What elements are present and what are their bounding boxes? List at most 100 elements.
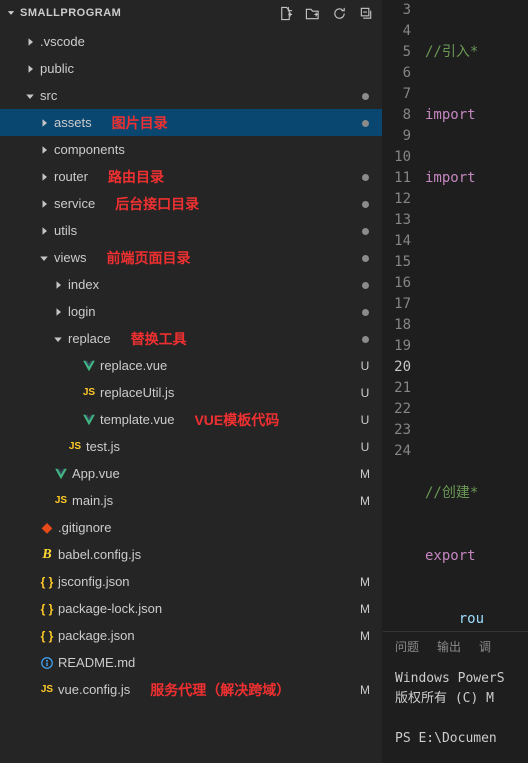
tree-item-appvue[interactable]: App.vue M: [0, 460, 382, 487]
line-number: 18: [383, 315, 411, 336]
tree-item-replace[interactable]: replace替换工具: [0, 325, 382, 352]
tree-item-label: App.vue: [70, 466, 120, 481]
tree-item-label: test.js: [84, 439, 120, 454]
braces-icon: { }: [38, 602, 56, 616]
line-number: 13: [383, 210, 411, 231]
tree-item-label: .gitignore: [56, 520, 111, 535]
git-status: [358, 197, 372, 211]
tree-item-annotation: 服务代理（解决跨域）: [150, 680, 290, 700]
tree-item-annotation: 后台接口目录: [115, 194, 199, 214]
tree-item-pkg[interactable]: { }package.jsonM: [0, 622, 382, 649]
line-number: 24: [383, 441, 411, 462]
line-number: 21: [383, 378, 411, 399]
tree-item-login[interactable]: login: [0, 298, 382, 325]
js-icon: JS: [38, 684, 56, 695]
tree-item-service[interactable]: service后台接口目录: [0, 190, 382, 217]
chevron-right-icon: [22, 36, 38, 48]
tree-item-assets[interactable]: assets图片目录: [0, 109, 382, 136]
tree-item-annotation: VUE模板代码: [194, 410, 279, 430]
tree-item-router[interactable]: router路由目录: [0, 163, 382, 190]
tree-item-label: router: [52, 169, 88, 184]
md-icon: [38, 656, 56, 670]
tree-item-vscode[interactable]: .vscode: [0, 28, 382, 55]
chevron-down-icon: [4, 8, 18, 18]
explorer-header[interactable]: SMALLPROGRAM: [0, 0, 382, 26]
tree-item-pkglock[interactable]: { }package-lock.jsonM: [0, 595, 382, 622]
tree-item-replacevue[interactable]: replace.vueU: [0, 352, 382, 379]
git-status: [358, 305, 372, 319]
tab-output[interactable]: 输出: [437, 638, 461, 655]
tree-item-index[interactable]: index: [0, 271, 382, 298]
tab-problems[interactable]: 问题: [395, 638, 419, 655]
tree-item-label: jsconfig.json: [56, 574, 130, 589]
babel-icon: B: [38, 547, 56, 563]
terminal-content[interactable]: Windows PowerS版权所有 (C) M PS E:\Documen: [383, 661, 528, 763]
tab-more[interactable]: 调: [479, 638, 491, 655]
line-number: 7: [383, 84, 411, 105]
git-status: M: [358, 602, 372, 616]
tree-item-testjs[interactable]: JStest.jsU: [0, 433, 382, 460]
tree-item-vueconfig[interactable]: JSvue.config.js 服务代理（解决跨域） M: [0, 676, 382, 703]
code-editor[interactable]: 3456789101112131415161718192021222324 //…: [383, 0, 528, 631]
git-status: [358, 89, 372, 103]
line-number: 15: [383, 252, 411, 273]
braces-icon: { }: [38, 575, 56, 589]
tree-item-label: vue.config.js: [56, 682, 130, 697]
tree-item-label: replace: [66, 331, 111, 346]
vue-icon: [80, 413, 98, 427]
js-icon: JS: [66, 441, 84, 452]
line-number: 6: [383, 63, 411, 84]
git-status: [358, 224, 372, 238]
line-number: 5: [383, 42, 411, 63]
tree-item-label: src: [38, 88, 57, 103]
chevron-right-icon: [36, 198, 52, 210]
tree-item-label: components: [52, 142, 125, 157]
tree-item-annotation: 前端页面目录: [107, 248, 191, 268]
line-number: 16: [383, 273, 411, 294]
line-number: 17: [383, 294, 411, 315]
git-status: [358, 170, 372, 184]
tree-item-readme[interactable]: README.md: [0, 649, 382, 676]
tree-item-src[interactable]: src: [0, 82, 382, 109]
project-title: SMALLPROGRAM: [18, 7, 278, 19]
line-number: 11: [383, 168, 411, 189]
line-number: 12: [383, 189, 411, 210]
tree-item-babel[interactable]: Bbabel.config.js: [0, 541, 382, 568]
refresh-icon[interactable]: [332, 6, 347, 21]
git-status: M: [358, 683, 372, 697]
tree-item-utils[interactable]: utils: [0, 217, 382, 244]
tree-item-label: babel.config.js: [56, 547, 141, 562]
explorer-actions: [278, 6, 374, 21]
tree-item-gitignore[interactable]: ◆.gitignore: [0, 514, 382, 541]
collapse-all-icon[interactable]: [359, 6, 374, 21]
git-status: [358, 251, 372, 265]
new-folder-icon[interactable]: [305, 6, 320, 21]
line-number: 9: [383, 126, 411, 147]
tree-item-label: template.vue: [98, 412, 174, 427]
tree-item-components[interactable]: components: [0, 136, 382, 163]
tree-item-label: views: [52, 250, 87, 265]
line-number: 14: [383, 231, 411, 252]
tree-item-public[interactable]: public: [0, 55, 382, 82]
tree-item-label: package.json: [56, 628, 135, 643]
tree-item-jsconfig[interactable]: { }jsconfig.jsonM: [0, 568, 382, 595]
tree-item-label: .vscode: [38, 34, 85, 49]
tree-item-mainjs[interactable]: JSmain.jsM: [0, 487, 382, 514]
tree-item-replaceutil[interactable]: JSreplaceUtil.jsU: [0, 379, 382, 406]
file-tree: .vscode public src assets图片目录 components rout…: [0, 26, 382, 763]
git-status: U: [358, 359, 372, 373]
tree-item-templatevue[interactable]: template.vueVUE模板代码U: [0, 406, 382, 433]
chevron-right-icon: [36, 171, 52, 183]
js-icon: JS: [80, 387, 98, 398]
tree-item-views[interactable]: views 前端页面目录: [0, 244, 382, 271]
chevron-down-icon: [50, 333, 66, 345]
line-number: 23: [383, 420, 411, 441]
new-file-icon[interactable]: [278, 6, 293, 21]
chevron-right-icon: [50, 306, 66, 318]
git-status: M: [358, 494, 372, 508]
git-status: U: [358, 386, 372, 400]
chevron-right-icon: [36, 117, 52, 129]
js-icon: JS: [52, 495, 70, 506]
git-status: M: [358, 467, 372, 481]
line-number: 4: [383, 21, 411, 42]
